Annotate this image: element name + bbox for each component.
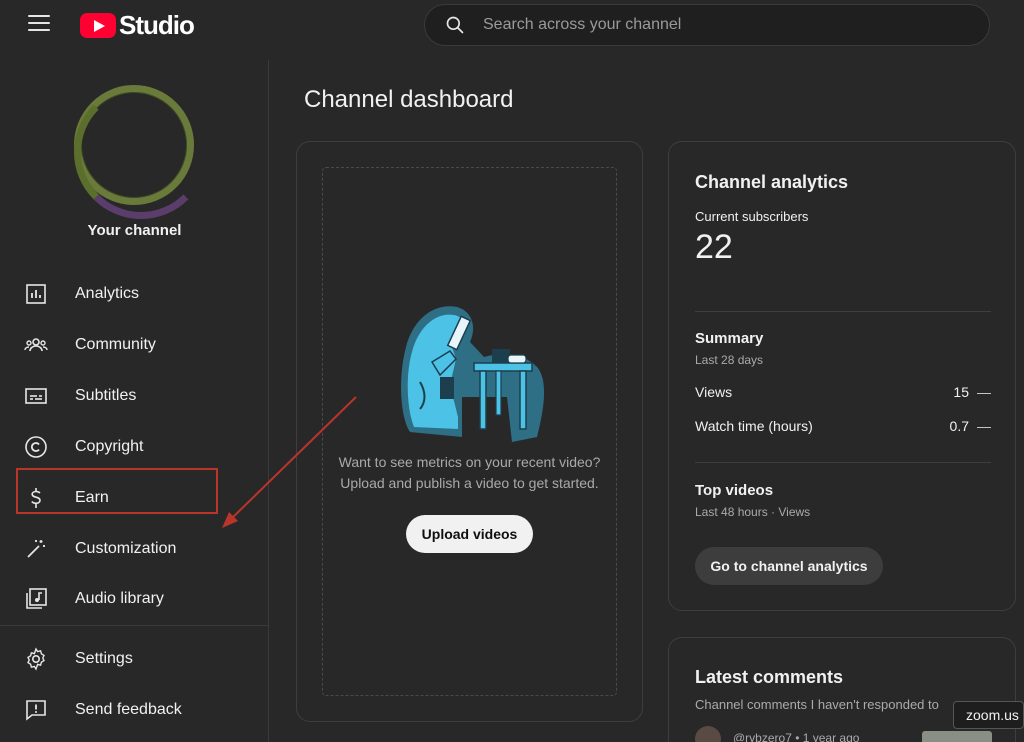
metric-label: Views	[695, 384, 733, 400]
metric-trend: —	[977, 384, 991, 400]
empty-state-message: Want to see metrics on your recent video…	[297, 452, 642, 494]
sidebar-item-copyright[interactable]: Copyright	[16, 425, 218, 469]
prompt-line-1: Want to see metrics on your recent video…	[338, 454, 601, 470]
divider	[695, 311, 991, 312]
sidebar-item-label: Subtitles	[75, 387, 137, 404]
sidebar-item-audio-library[interactable]: Audio library	[16, 577, 218, 621]
sidebar-item-customization[interactable]: Customization	[16, 527, 218, 571]
audio-library-icon	[26, 588, 47, 609]
sidebar-item-label: Audio library	[75, 590, 164, 607]
sidebar-item-label: Analytics	[75, 285, 140, 302]
subscribers-label: Current subscribers	[695, 209, 809, 224]
logo-text: Studio	[119, 9, 195, 40]
sidebar: Your channel Analytics Community Subtitl…	[0, 60, 269, 742]
metric-row-watch-time[interactable]: Watch time (hours) 0.7 —	[695, 418, 991, 434]
copyright-icon	[25, 436, 47, 458]
sidebar-item-settings[interactable]: Settings	[16, 637, 218, 681]
page-title: Channel dashboard	[304, 86, 514, 113]
subtitles-icon	[25, 388, 47, 404]
channel-name: Your channel	[87, 222, 182, 239]
youtube-play-icon	[80, 12, 116, 38]
upload-videos-button[interactable]: Upload videos	[406, 515, 533, 553]
sidebar-item-subtitles[interactable]: Subtitles	[16, 374, 218, 418]
summary-title: Summary	[695, 330, 764, 347]
comments-subtitle: Channel comments I haven't responded to	[695, 697, 939, 712]
summary-period: Last 28 days	[695, 353, 764, 367]
gear-icon	[27, 647, 45, 671]
metric-value: 15	[953, 384, 969, 400]
sidebar-item-label: Copyright	[75, 438, 144, 455]
menu-icon[interactable]	[28, 15, 50, 35]
top-videos-title: Top videos	[695, 482, 774, 499]
sidebar-divider	[0, 625, 269, 626]
sidebar-item-label: Settings	[75, 650, 133, 667]
sidebar-item-label: Community	[75, 336, 156, 353]
microscope-illustration	[401, 306, 545, 442]
channel-avatar[interactable]	[74, 85, 208, 219]
comments-title: Latest comments	[695, 667, 844, 687]
sidebar-item-label: Customization	[75, 540, 177, 557]
magic-wand-icon	[27, 540, 45, 558]
sidebar-item-send-feedback[interactable]: Send feedback	[16, 688, 218, 732]
divider	[695, 462, 991, 463]
sidebar-item-community[interactable]: Community	[16, 323, 218, 367]
commenter-avatar[interactable]	[695, 726, 721, 742]
top-bar: Studio	[0, 0, 1024, 52]
community-icon	[24, 338, 48, 352]
analytics-icon	[26, 284, 46, 304]
feedback-icon	[26, 700, 46, 721]
comment-video-thumbnail[interactable]	[922, 731, 992, 742]
metric-row-views[interactable]: Views 15 —	[695, 384, 991, 400]
search-input[interactable]	[483, 5, 963, 45]
channel-analytics-card: Channel analytics Current subscribers 22…	[668, 141, 1016, 611]
search-bar[interactable]	[424, 4, 990, 46]
metric-trend: —	[977, 418, 991, 434]
analytics-title: Channel analytics	[695, 172, 849, 192]
metric-label: Watch time (hours)	[695, 418, 813, 434]
prompt-line-2: Upload and publish a video to get starte…	[340, 475, 599, 491]
comment-meta[interactable]: @rybzero7 • 1 year ago	[733, 731, 859, 742]
annotation-highlight-box	[16, 468, 218, 514]
top-videos-period: Last 48 hours · Views	[695, 505, 811, 519]
recent-video-card: Want to see metrics on your recent video…	[296, 141, 643, 722]
metric-value: 0.7	[949, 418, 969, 434]
studio-logo[interactable]: Studio	[80, 9, 195, 40]
search-icon	[446, 16, 464, 34]
sidebar-item-label: Send feedback	[75, 701, 182, 718]
zoom-tooltip: zoom.us	[953, 701, 1024, 729]
subscribers-count: 22	[695, 228, 733, 266]
go-to-channel-analytics-button[interactable]: Go to channel analytics	[695, 547, 883, 585]
sidebar-item-analytics[interactable]: Analytics	[16, 272, 218, 316]
